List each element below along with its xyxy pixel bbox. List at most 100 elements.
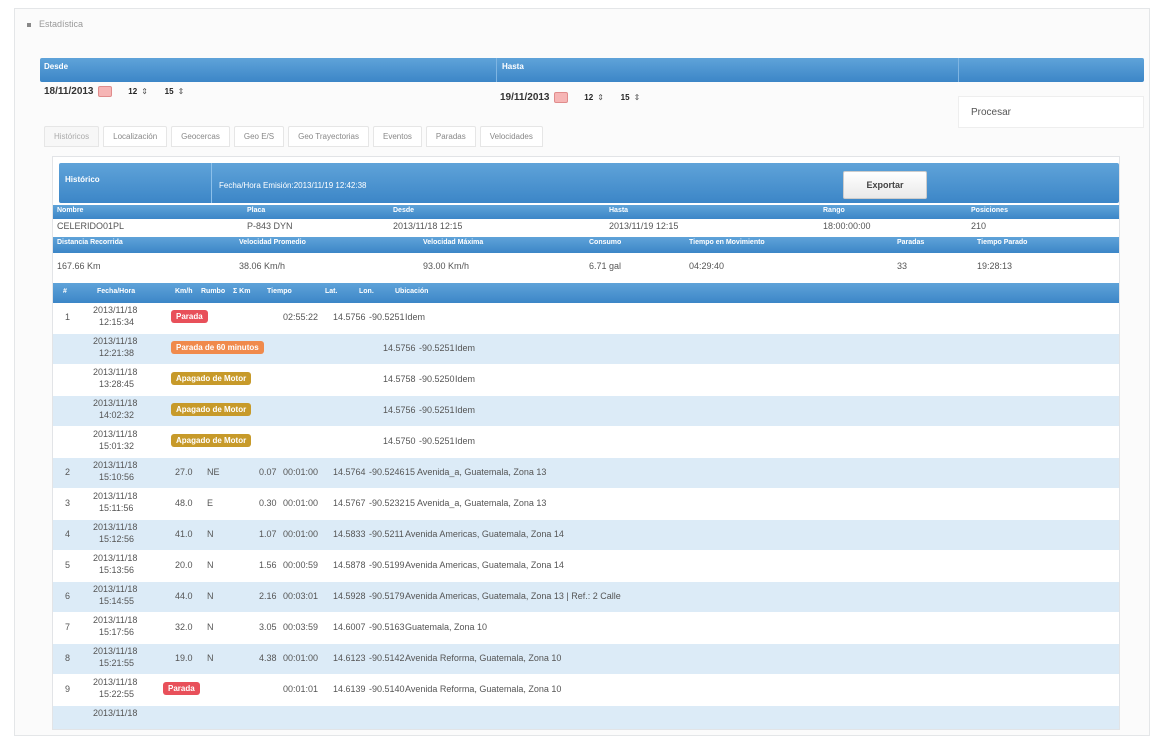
row-kmh: 20.0 xyxy=(175,560,193,570)
desde-hour-value: 12 xyxy=(128,87,138,97)
col-fecha-hora[interactable]: Fecha/Hora xyxy=(97,288,135,295)
col-hasta: Hasta xyxy=(609,207,629,214)
calendar-icon[interactable] xyxy=(97,86,112,97)
row-sum-km: 1.56 xyxy=(259,560,277,570)
col-velocidad-promedio: Velocidad Promedio xyxy=(239,239,306,246)
desde-label: Desde xyxy=(44,62,69,71)
table-row[interactable]: 2013/11/18 15:01:32 Apagado de Motor 14.575… xyxy=(53,427,1119,457)
hasta-minute-value: 15 xyxy=(620,93,630,103)
section-header[interactable]: Estadística xyxy=(27,19,83,29)
col-lat[interactable]: Lat. xyxy=(325,288,337,295)
table-row[interactable]: 6 2013/11/18 15:14:55 44.0 N 2.16 00:03:01 14.5… xyxy=(53,582,1119,612)
desde-minute-select[interactable]: 15 ⇕ xyxy=(165,87,185,96)
row-kmh: 27.0 xyxy=(175,467,193,477)
table-row[interactable]: 5 2013/11/18 15:13:56 20.0 N 1.56 00:00:59 14.5… xyxy=(53,551,1119,581)
row-tiempo: 00:03:01 xyxy=(283,591,319,601)
tiempo-parado-value: 19:28:13 xyxy=(977,261,1013,271)
status-badge: Apagado de Motor xyxy=(171,372,252,385)
table-row[interactable]: 9 2013/11/18 15:22:55 Parada 00:01:01 14.6139… xyxy=(53,675,1119,705)
report-tabs: Históricos Localización Geocercas Geo E/S Ge… xyxy=(44,126,547,150)
consumo-value: 6.71 gal xyxy=(589,261,622,271)
row-time: 15:21:55 xyxy=(99,658,135,668)
hasta-hour-value: 12 xyxy=(584,93,594,103)
row-lon: -90.5199 xyxy=(369,560,405,570)
row-ubicacion: Avenida Reforma, Guatemala, Zona 10 xyxy=(405,684,562,694)
table-header: # Fecha/Hora Km/h Rumbo Σ Km Tiempo Lat.… xyxy=(53,283,1119,303)
row-date: 2013/11/18 xyxy=(93,584,138,594)
col-placa: Placa xyxy=(247,207,266,214)
desde-date-input[interactable]: 18/11/2013 xyxy=(44,86,94,97)
row-ubicacion: Avenida Americas, Guatemala, Zona 14 xyxy=(405,529,564,539)
col-kmh[interactable]: Km/h xyxy=(175,288,193,295)
export-button[interactable]: Exportar xyxy=(843,171,927,199)
row-kmh: 44.0 xyxy=(175,591,193,601)
col-rumbo[interactable]: Rumbo xyxy=(201,288,225,295)
col-sum-km[interactable]: Σ Km xyxy=(233,288,250,295)
row-lon: -90.5140 xyxy=(369,684,405,694)
row-ubicacion: Avenida Reforma, Guatemala, Zona 10 xyxy=(405,653,562,663)
summary-values-1: CELERIDO01PL P-843 DYN 2013/11/18 12:15 … xyxy=(53,219,1119,233)
table-row[interactable]: 2013/11/18 14:02:32 Apagado de Motor 14.575… xyxy=(53,396,1119,426)
row-time: 15:12:56 xyxy=(99,534,135,544)
collapse-icon[interactable] xyxy=(27,22,31,27)
tab-localizacion[interactable]: Localización xyxy=(103,126,168,147)
status-badge: Parada xyxy=(163,682,200,695)
table-row[interactable]: 2013/11/18 12:21:38 Parada de 60 minutos 14… xyxy=(53,334,1119,364)
row-lat: 14.6139 xyxy=(333,684,366,694)
desde-value: 2013/11/18 12:15 xyxy=(393,221,463,231)
table-row[interactable]: 8 2013/11/18 15:21:55 19.0 N 4.38 00:01:00 14.6… xyxy=(53,644,1119,674)
col-posiciones: Posiciones xyxy=(971,207,1008,214)
velocidad-promedio-value: 38.06 Km/h xyxy=(239,261,286,271)
tab-geo-trayectorias[interactable]: Geo Trayectorias xyxy=(288,126,370,147)
col-paradas: Paradas xyxy=(897,239,925,246)
tab-eventos[interactable]: Eventos xyxy=(373,126,422,147)
row-time: 13:28:45 xyxy=(99,379,135,389)
row-time: 15:22:55 xyxy=(99,689,135,699)
col-lon[interactable]: Lon. xyxy=(359,288,374,295)
tab-geo-es[interactable]: Geo E/S xyxy=(233,126,285,147)
hasta-value: 2013/11/19 12:15 xyxy=(609,221,679,231)
divider xyxy=(211,163,212,203)
col-tiempo[interactable]: Tiempo xyxy=(267,288,292,295)
desde-hour-select[interactable]: 12 ⇕ xyxy=(128,87,148,96)
row-lat: 14.5756 xyxy=(383,405,416,415)
row-ubicacion: Avenida Americas, Guatemala, Zona 14 xyxy=(405,560,564,570)
status-badge: Parada xyxy=(171,310,208,323)
hasta-date-input[interactable]: 19/11/2013 xyxy=(500,92,550,103)
row-index: 4 xyxy=(65,529,71,539)
row-time: 15:14:55 xyxy=(99,596,135,606)
tab-paradas[interactable]: Paradas xyxy=(425,126,476,147)
table-row[interactable]: 2013/11/18 xyxy=(53,706,1119,729)
table-row[interactable]: 3 2013/11/18 15:11:56 48.0 E 0.30 00:01:00 14.5… xyxy=(53,489,1119,519)
row-ubicacion: Idem xyxy=(455,343,476,353)
tab-velocidades[interactable]: Velocidades xyxy=(479,126,543,147)
hasta-minute-select[interactable]: 15 ⇕ xyxy=(621,93,641,102)
row-tiempo: 00:01:00 xyxy=(283,467,319,477)
table-row[interactable]: 1 2013/11/18 12:15:34 Parada 02:55:22 14.5756… xyxy=(53,303,1119,333)
table-row[interactable]: 2 2013/11/18 15:10:56 27.0 NE 0.07 00:01:00 14.… xyxy=(53,458,1119,488)
procesar-button[interactable]: Procesar xyxy=(958,96,1144,128)
tab-geocercas[interactable]: Geocercas xyxy=(171,126,230,147)
row-lat: 14.6123 xyxy=(333,653,366,663)
row-ubicacion: Idem xyxy=(455,405,476,415)
col-index[interactable]: # xyxy=(63,288,67,295)
row-date: 2013/11/18 xyxy=(93,646,138,656)
table-row[interactable]: 2013/11/18 13:28:45 Apagado de Motor 14.575… xyxy=(53,365,1119,395)
col-ubicacion[interactable]: Ubicación xyxy=(395,288,428,295)
table-row[interactable]: 4 2013/11/18 15:12:56 41.0 N 1.07 00:01:00 14.5… xyxy=(53,520,1119,550)
row-time: 12:21:38 xyxy=(99,348,135,358)
report-generated: Fecha/Hora Emisión:2013/11/19 12:42:38 xyxy=(219,181,367,190)
hasta-hour-select[interactable]: 12 ⇕ xyxy=(584,93,604,102)
tab-historicos[interactable]: Históricos xyxy=(44,126,100,147)
summary-header-2: Distancia Recorrida Velocidad Promedio V… xyxy=(53,237,1119,253)
row-tiempo: 02:55:22 xyxy=(283,312,319,322)
calendar-icon[interactable] xyxy=(553,92,568,103)
row-rumbo: N xyxy=(207,529,214,539)
col-velocidad-maxima: Velocidad Máxima xyxy=(423,239,484,246)
row-lon: -90.5211 xyxy=(369,529,404,539)
row-date: 2013/11/18 xyxy=(93,677,138,687)
table-row[interactable]: 7 2013/11/18 15:17:56 32.0 N 3.05 00:03:59 14.6… xyxy=(53,613,1119,643)
row-time: 14:02:32 xyxy=(99,410,135,420)
tiempo-movimiento-value: 04:29:40 xyxy=(689,261,725,271)
row-ubicacion: Avenida Americas, Guatemala, Zona 13 | R… xyxy=(405,591,621,601)
